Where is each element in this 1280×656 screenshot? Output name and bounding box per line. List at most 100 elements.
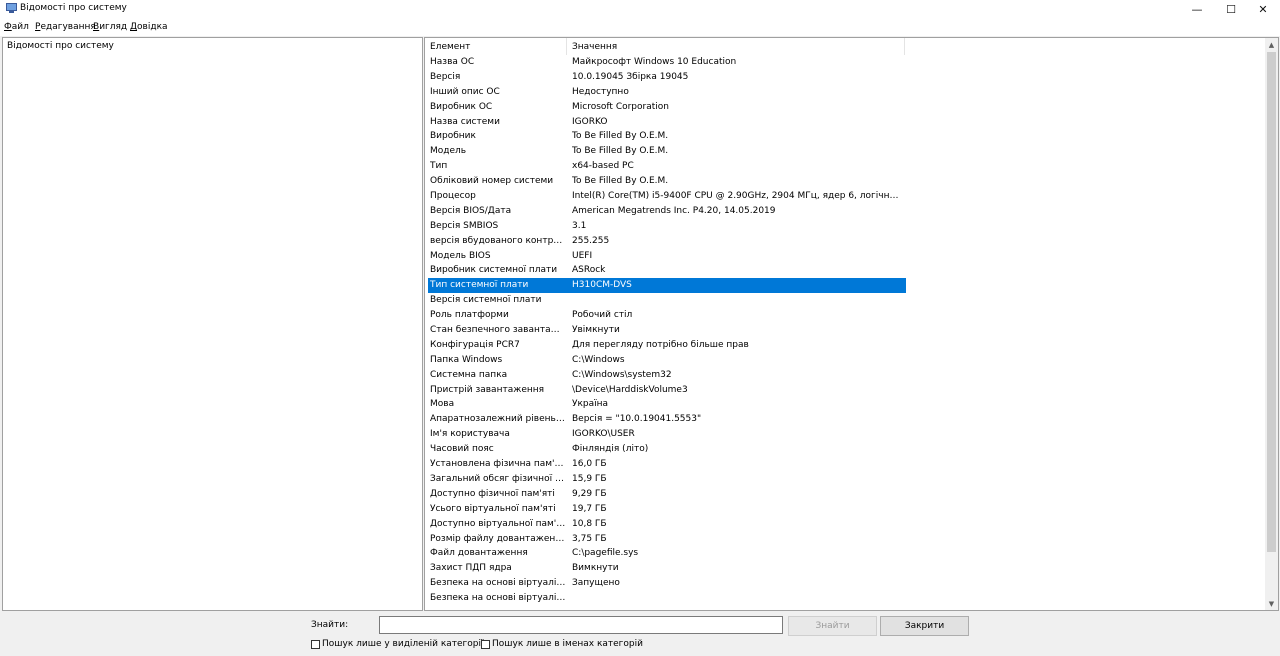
row-value-cell: IGORKO (572, 116, 608, 127)
row-item-cell: Мова (430, 399, 455, 410)
table-row[interactable]: Захист ПДП ядра Вимкнути (428, 561, 906, 576)
row-value-cell: 16,0 ГБ (572, 459, 607, 470)
table-row[interactable]: Доступно фізичної пам'яті 9,29 ГБ (428, 487, 906, 502)
table-row[interactable]: Виробник ОС Microsoft Corporation (428, 100, 906, 115)
table-row[interactable]: Версія SMBIOS 3.1 (428, 219, 906, 234)
table-row[interactable]: Доступно віртуальної пам'яті 10,8 ГБ (428, 517, 906, 532)
row-item-cell: Версія системної плати (430, 295, 542, 306)
row-item-cell: Виробник системної плати (430, 265, 558, 276)
row-value-cell: 9,29 ГБ (572, 488, 607, 499)
row-item-cell: Доступно фізичної пам'яті (430, 488, 555, 499)
column-header-item[interactable]: Елемент (425, 38, 567, 55)
row-value-cell: IGORKO\USER (572, 429, 635, 440)
table-row[interactable]: Версія 10.0.19045 Збірка 19045 (428, 70, 906, 85)
search-category-names-label: Пошук лише в іменах категорій (492, 639, 643, 649)
column-header-value[interactable]: Значення (567, 38, 905, 55)
row-value-cell: Вимкнути (572, 563, 619, 574)
table-row[interactable]: Усього віртуальної пам'яті 19,7 ГБ (428, 502, 906, 517)
table-row[interactable]: Виробник системної плати ASRock (428, 263, 906, 278)
table-row[interactable]: Версія системної плати (428, 293, 906, 308)
table-row[interactable]: Безпека на основі віртуалізації Запущено (428, 576, 906, 591)
row-item-cell: Папка Windows (430, 354, 503, 365)
row-item-cell: версія вбудованого контроле... (430, 235, 566, 246)
tree-item-system-summary[interactable]: Відомості про систему (7, 41, 114, 51)
row-value-cell: 10.0.19045 Збірка 19045 (572, 71, 689, 82)
row-value-cell: Робочий стіл (572, 310, 633, 321)
table-row[interactable]: Установлена фізична пам'ять (... 16,0 ГБ (428, 457, 906, 472)
minimize-button[interactable]: — (1180, 0, 1214, 18)
table-row[interactable]: Модель To Be Filled By O.E.M. (428, 144, 906, 159)
table-row[interactable]: Тип x64-based PC (428, 159, 906, 174)
table-row[interactable]: Виробник To Be Filled By O.E.M. (428, 129, 906, 144)
search-category-names-checkbox[interactable] (481, 639, 490, 649)
table-row[interactable]: Папка Windows C:\Windows (428, 353, 906, 368)
vertical-scrollbar[interactable]: ▲ ▼ (1265, 38, 1278, 610)
row-item-cell: Роль платформи (430, 310, 509, 321)
find-button[interactable]: Знайти (788, 616, 877, 636)
table-row[interactable]: Мова Україна (428, 397, 906, 412)
category-tree[interactable]: Відомості про систему (2, 37, 423, 611)
search-input[interactable] (379, 616, 783, 634)
table-row[interactable]: Роль платформи Робочий стіл (428, 308, 906, 323)
table-row[interactable]: Модель BIOS UEFI (428, 249, 906, 264)
table-row[interactable]: Часовий пояс Фінляндія (літо) (428, 442, 906, 457)
row-item-cell: Тип системної плати (430, 280, 529, 291)
table-row[interactable]: Файл довантаження C:\pagefile.sys (428, 546, 906, 561)
row-item-cell: Модель BIOS (430, 250, 491, 261)
table-row[interactable]: Обліковий номер системи To Be Filled By O… (428, 174, 906, 189)
row-item-cell: Системна папка (430, 369, 508, 380)
table-row[interactable]: Розмір файлу довантаження 3,75 ГБ (428, 532, 906, 547)
window-title: Відомості про систему (20, 3, 127, 13)
menu-file[interactable]: Файл (4, 22, 29, 32)
row-value-cell: C:\Windows (572, 354, 625, 365)
row-value-cell: Майкрософт Windows 10 Education (572, 57, 737, 67)
table-row[interactable]: Апаратнозалежний рівень (HAL) Версія = "1… (428, 412, 906, 427)
row-item-cell: Апаратнозалежний рівень (HAL) (430, 414, 566, 425)
table-row[interactable]: Безпека на основі віртуалізаці... (428, 591, 906, 606)
row-item-cell: Версія BIOS/Дата (430, 205, 512, 216)
close-window-button[interactable]: ✕ (1246, 0, 1280, 18)
row-item-cell: Безпека на основі віртуалізаці... (430, 593, 566, 604)
table-row[interactable]: Конфігурація PCR7 Для перегляду потрібно … (428, 338, 906, 353)
row-value-cell: Україна (572, 399, 609, 410)
row-value-cell: Для перегляду потрібно більше прав (572, 339, 749, 350)
table-row[interactable]: Тип системної плати H310CM-DVS (428, 278, 906, 294)
row-value-cell: H310CM-DVS (572, 280, 632, 291)
row-item-cell: Версія (430, 71, 461, 82)
scrollbar-thumb[interactable] (1267, 52, 1276, 552)
row-item-cell: Ім'я користувача (430, 429, 510, 440)
row-item-cell: Обліковий номер системи (430, 176, 554, 187)
scroll-down-icon[interactable]: ▼ (1265, 597, 1278, 610)
row-item-cell: Безпека на основі віртуалізації (430, 578, 566, 589)
maximize-button[interactable]: ☐ (1214, 0, 1248, 18)
table-row[interactable]: Версія BIOS/Дата American Megatrends Inc.… (428, 204, 906, 219)
menu-view[interactable]: Вигляд (93, 22, 127, 32)
menu-edit[interactable]: Редагування (35, 22, 96, 32)
table-row[interactable]: Назва ОС Майкрософт Windows 10 Education (428, 55, 906, 70)
table-row[interactable]: Інший опис ОС Недоступно (428, 85, 906, 100)
row-item-cell: Усього віртуальної пам'яті (430, 503, 556, 514)
search-selected-category-checkbox[interactable] (311, 639, 320, 649)
row-value-cell: Недоступно (572, 86, 629, 97)
search-category-names-option[interactable]: Пошук лише в іменах категорій (481, 639, 643, 649)
table-row[interactable]: версія вбудованого контроле... 255.255 (428, 234, 906, 249)
details-list[interactable]: Елемент Значення Назва ОС Майкрософт Wind… (424, 37, 1279, 611)
table-row[interactable]: Ім'я користувача IGORKO\USER (428, 427, 906, 442)
row-item-cell: Модель (430, 146, 467, 157)
row-item-cell: Розмір файлу довантаження (430, 533, 566, 544)
row-item-cell: Процесор (430, 191, 476, 202)
row-value-cell: ASRock (572, 265, 606, 276)
table-row[interactable]: Назва системи IGORKO (428, 115, 906, 130)
table-row[interactable]: Процесор Intel(R) Core(TM) i5-9400F CPU @… (428, 189, 906, 204)
search-selected-category-option[interactable]: Пошук лише у виділеній категорії (311, 639, 484, 649)
scroll-up-icon[interactable]: ▲ (1265, 38, 1278, 51)
menu-help[interactable]: Довідка (130, 22, 168, 32)
table-row[interactable]: Пристрій завантаження \Device\HarddiskVol… (428, 383, 906, 398)
row-item-cell: Пристрій завантаження (430, 384, 545, 395)
table-row[interactable]: Загальний обсяг фізичної пам'... 15,9 ГБ (428, 472, 906, 487)
close-button[interactable]: Закрити (880, 616, 969, 636)
row-item-cell: Версія SMBIOS (430, 220, 499, 231)
table-row[interactable]: Стан безпечного завантаження Увімкнути (428, 323, 906, 338)
table-row[interactable]: Системна папка C:\Windows\system32 (428, 368, 906, 383)
row-value-cell: C:\pagefile.sys (572, 548, 639, 559)
